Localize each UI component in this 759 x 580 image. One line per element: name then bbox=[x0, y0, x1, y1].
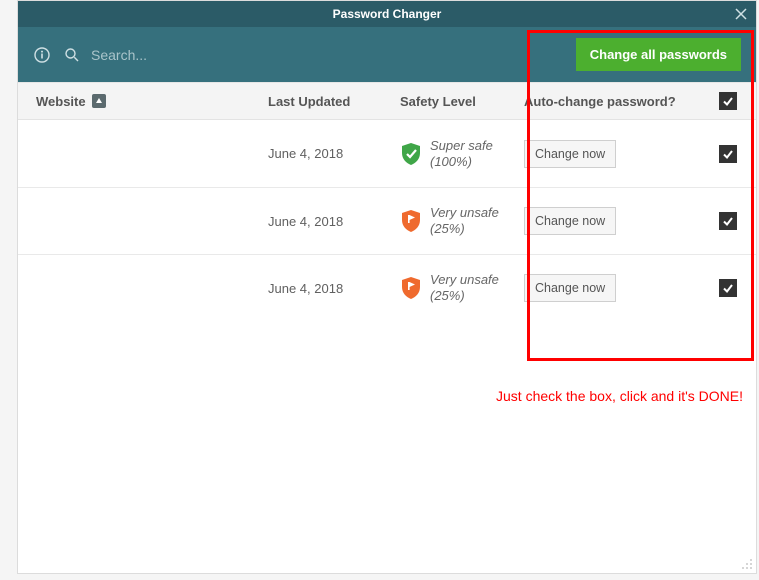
close-button[interactable] bbox=[732, 5, 750, 23]
safety-percent: (25%) bbox=[430, 288, 465, 303]
info-icon bbox=[34, 47, 50, 63]
column-header-last-updated[interactable]: Last Updated bbox=[268, 94, 400, 109]
column-header-website[interactable]: Website bbox=[36, 94, 268, 109]
row-checkbox[interactable] bbox=[719, 279, 737, 297]
shield-safe-icon bbox=[400, 142, 422, 166]
check-icon bbox=[722, 282, 734, 294]
column-header-website-label: Website bbox=[36, 94, 86, 109]
change-now-button[interactable]: Change now bbox=[524, 274, 616, 302]
row-checkbox[interactable] bbox=[719, 145, 737, 163]
close-icon bbox=[735, 8, 747, 20]
password-changer-window: Password Changer Change all passwords bbox=[17, 0, 757, 574]
window-title: Password Changer bbox=[333, 7, 442, 21]
shield-unsafe-icon bbox=[400, 276, 422, 300]
sort-indicator bbox=[92, 94, 106, 108]
title-bar: Password Changer bbox=[18, 1, 756, 27]
change-all-passwords-button[interactable]: Change all passwords bbox=[576, 38, 741, 71]
row-checkbox[interactable] bbox=[719, 212, 737, 230]
table-row: June 4, 2018Very unsafe(25%)Change now bbox=[18, 187, 756, 254]
column-header-auto-change[interactable]: Auto-change password? bbox=[524, 94, 676, 109]
search-input[interactable] bbox=[91, 47, 291, 63]
table-body: June 4, 2018Super safe(100%)Change nowJu… bbox=[18, 120, 756, 573]
toolbar: Change all passwords bbox=[18, 27, 756, 82]
column-header-safety-level[interactable]: Safety Level bbox=[400, 94, 524, 109]
safety-cell: Very unsafe(25%) bbox=[400, 272, 524, 303]
annotation-text: Just check the box, click and it's DONE! bbox=[496, 388, 743, 404]
sort-asc-icon bbox=[95, 97, 103, 105]
shield-unsafe-icon bbox=[400, 209, 422, 233]
last-updated-cell: June 4, 2018 bbox=[268, 214, 343, 229]
last-updated-cell: June 4, 2018 bbox=[268, 281, 343, 296]
safety-percent: (25%) bbox=[430, 221, 465, 236]
change-now-button[interactable]: Change now bbox=[524, 140, 616, 168]
table-row: June 4, 2018Very unsafe(25%)Change now bbox=[18, 254, 756, 321]
change-now-button[interactable]: Change now bbox=[524, 207, 616, 235]
safety-percent: (100%) bbox=[430, 154, 472, 169]
info-button[interactable] bbox=[33, 46, 51, 64]
safety-cell: Super safe(100%) bbox=[400, 138, 524, 169]
select-all-checkbox[interactable] bbox=[719, 92, 737, 110]
check-icon bbox=[722, 215, 734, 227]
check-icon bbox=[722, 95, 734, 107]
last-updated-cell: June 4, 2018 bbox=[268, 146, 343, 161]
check-icon bbox=[722, 148, 734, 160]
table-header: Website Last Updated Safety Level Auto-c… bbox=[18, 82, 756, 120]
resize-grip-icon bbox=[741, 558, 753, 570]
search-icon bbox=[64, 47, 80, 63]
search-button[interactable] bbox=[63, 46, 81, 64]
safety-cell: Very unsafe(25%) bbox=[400, 205, 524, 236]
resize-grip[interactable] bbox=[741, 558, 753, 570]
safety-label: Very unsafe bbox=[430, 272, 499, 287]
background-side-strip bbox=[2, 0, 17, 580]
safety-label: Very unsafe bbox=[430, 205, 499, 220]
table-row: June 4, 2018Super safe(100%)Change now bbox=[18, 120, 756, 187]
safety-label: Super safe bbox=[430, 138, 493, 153]
